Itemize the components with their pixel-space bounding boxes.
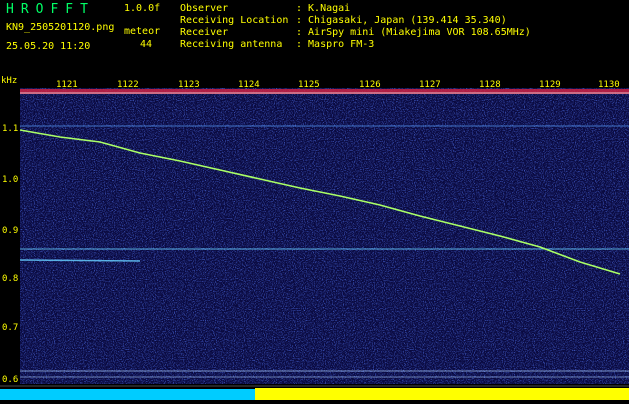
y-tick-3: 0.9	[2, 226, 19, 236]
info-label-receiver: Receiver	[180, 27, 229, 38]
x-tick-7: 1127	[419, 80, 441, 90]
y-tick-6: 0.6	[2, 375, 19, 385]
x-tick-10: 1130	[598, 80, 620, 90]
info-value-receiver: : AirSpy mini (Miakejima VOR 108.65MHz)	[296, 27, 531, 38]
app-brand: HROFFT	[6, 2, 95, 17]
x-tick-4: 1124	[238, 80, 260, 90]
y-tick-4: 0.8	[2, 274, 19, 284]
info-label-observer: Observer	[180, 3, 229, 14]
waterfall-canvas	[0, 88, 629, 400]
count-label: 44	[140, 39, 153, 50]
info-label-antenna: Receiving antenna	[180, 39, 283, 50]
amplitude-bar-cyan	[0, 389, 255, 400]
x-tick-1: 1121	[56, 80, 78, 90]
waterfall-spectrogram	[0, 75, 629, 400]
x-tick-3: 1123	[178, 80, 200, 90]
x-tick-2: 1122	[117, 80, 139, 90]
info-value-antenna: : Maspro FM-3	[296, 39, 375, 50]
x-tick-8: 1128	[479, 80, 501, 90]
mode-label: meteor	[124, 26, 161, 37]
info-value-location: : Chigasaki, Japan (139.414 35.340)	[296, 15, 507, 26]
y-tick-1: 1.1	[2, 124, 19, 134]
y-axis-unit: kHz	[1, 76, 18, 86]
x-tick-5: 1125	[298, 80, 320, 90]
top-white-band	[20, 92, 629, 94]
info-label-location: Receiving Location	[180, 15, 289, 26]
short-trace	[19, 259, 141, 262]
app-version: 1.0.0f	[124, 3, 161, 14]
info-value-observer: : K.Nagai	[296, 3, 351, 14]
x-tick-9: 1129	[539, 80, 561, 90]
y-tick-5: 0.7	[2, 323, 19, 333]
date-time: 25.05.20 11:20	[6, 41, 91, 52]
amplitude-bar-yellow	[255, 388, 629, 400]
y-tick-2: 1.0	[2, 175, 19, 185]
file-name: KN9_2505201120.png	[6, 22, 115, 33]
noise-layer	[20, 88, 629, 384]
x-tick-6: 1126	[359, 80, 381, 90]
